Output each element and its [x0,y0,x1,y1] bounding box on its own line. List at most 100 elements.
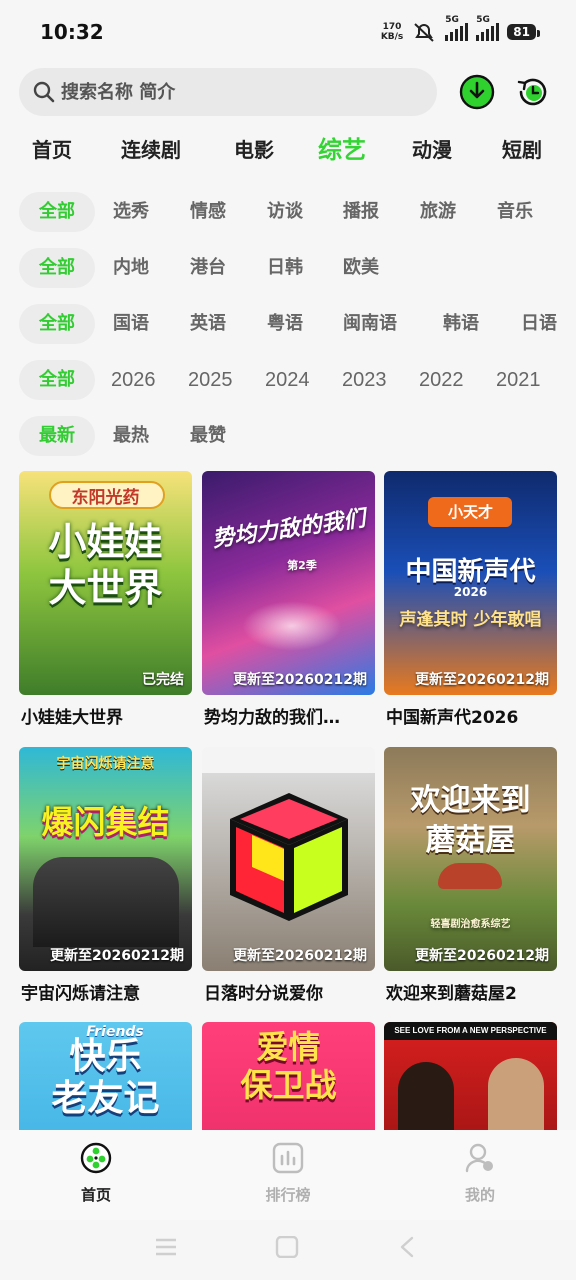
search-input[interactable] [61,81,401,103]
signal-2-icon: 5G [476,15,500,41]
tab-series[interactable]: 连续剧 [121,128,181,172]
filter-type-option[interactable]: 播报 [343,192,379,232]
tab-variety[interactable]: 综艺 [318,128,366,172]
status-badge: 更新至20260212期 [233,948,367,964]
sort-hottest[interactable]: 最热 [113,416,149,456]
filter-language-option[interactable]: 英语 [190,304,226,344]
filter-language-all[interactable]: 全部 [19,304,95,344]
filter-language-option[interactable]: 国语 [113,304,149,344]
net-speed-unit: KB/s [380,32,404,42]
show-title: 中国新声代2026 [386,708,519,728]
status-badge: 更新至20260212期 [233,672,367,688]
rubiks-cube-image [230,793,348,921]
status-icons: 170 KB/s 5G 5G 81 [381,15,540,46]
poster-brand: 轻喜剧治愈系综艺 [430,919,511,930]
show-title: 日落时分说爱你 [204,984,323,1004]
filter-region-option[interactable]: 欧美 [343,248,379,288]
system-nav-bar [0,1220,576,1280]
filter-year-option[interactable]: 2026 [111,360,156,400]
status-badge: 已完结 [142,672,184,688]
filter-row-region: 全部 内地 港台 日韩 欧美 [0,248,576,288]
net-speed-value: 170 [382,22,402,32]
filter-row-language: 全部 国语 英语 粤语 闽南语 韩语 日语 [0,304,576,344]
filter-type-option[interactable]: 情感 [190,192,226,232]
sort-latest[interactable]: 最新 [19,416,95,456]
search-bar[interactable] [19,68,437,116]
filter-year-option[interactable]: 2025 [188,360,233,400]
search-icon [33,81,55,103]
filter-language-option[interactable]: 韩语 [443,304,479,344]
show-poster[interactable]: 势均力敌的我们 第2季 更新至20260212期 [202,471,375,695]
show-poster[interactable]: 宇宙闪烁请注意 爆闪集结 更新至20260212期 [19,747,192,971]
filter-language-option[interactable]: 日语 [521,304,557,344]
poster-brand: SEE LOVE FROM A NEW PERSPECTIVE [394,1026,547,1035]
battery-icon: 81 [507,24,540,40]
poster-year: 2026 [453,585,488,599]
show-poster[interactable]: 更新至20260212期 [202,747,375,971]
show-title: 宇宙闪烁请注意 [21,984,140,1004]
sort-most-liked[interactable]: 最赞 [190,416,226,456]
home-button-icon[interactable] [275,1236,299,1258]
nav-label: 排行榜 [265,1186,311,1204]
nav-ranking[interactable]: 排行榜 [240,1142,336,1205]
status-bar: 10:32 170 KB/s 5G 5G 81 [0,0,576,64]
tab-home[interactable]: 首页 [32,128,72,172]
filter-year-option[interactable]: 2024 [265,360,310,400]
show-poster[interactable]: 小天才 中国新声代 2026 声逢其时 少年敢唱 更新至20260212期 [384,471,557,695]
poster-art-text: 中国新声代 [405,557,536,587]
history-icon[interactable] [515,74,551,110]
show-poster[interactable]: 欢迎来到 蘑菇屋 轻喜剧治愈系综艺 更新至20260212期 [384,747,557,971]
poster-brand: 小天才 [447,503,493,521]
poster-art-text: 爆闪集结 [41,803,170,841]
filter-year-option[interactable]: 2021 [496,360,541,400]
status-badge: 更新至20260212期 [415,948,549,964]
menu-icon[interactable] [154,1236,178,1258]
poster-art-text: 快乐 老友记 [51,1036,160,1119]
signal-1-icon: 5G [445,15,469,41]
poster-art-text: 爱情 保卫战 [240,1028,337,1104]
poster-art-text: 势均力敌的我们 [210,506,367,553]
poster-brand: 宇宙闪烁请注意 [56,756,155,772]
signal-1-tag: 5G [445,15,459,25]
filter-type-all[interactable]: 全部 [19,192,95,232]
status-badge: 更新至20260212期 [50,948,184,964]
silent-bell-icon [414,23,434,42]
status-time: 10:32 [40,20,104,44]
show-title: 欢迎来到蘑菇屋2 [386,984,517,1004]
filter-type-option[interactable]: 访谈 [267,192,303,232]
filter-type-option[interactable]: 音乐 [497,192,533,232]
filter-region-option[interactable]: 港台 [190,248,226,288]
profile-icon [465,1143,493,1173]
tab-short-drama[interactable]: 短剧 [502,128,542,172]
back-icon[interactable] [398,1236,416,1258]
network-speed: 170 KB/s [381,22,403,42]
nav-profile[interactable]: 我的 [432,1142,528,1205]
filter-year-option[interactable]: 2023 [342,360,387,400]
filter-region-option[interactable]: 内地 [113,248,149,288]
poster-slogan: 声逢其时 少年敢唱 [399,610,542,630]
filter-region-all[interactable]: 全部 [19,248,95,288]
signal-2-tag: 5G [476,15,490,25]
poster-brand: 第2季 [287,559,317,572]
nav-home[interactable]: 首页 [48,1142,144,1205]
filter-language-option[interactable]: 闽南语 [343,304,397,344]
filter-row-type: 全部 选秀 情感 访谈 播报 旅游 音乐 [0,192,576,232]
filter-language-option[interactable]: 粤语 [267,304,303,344]
filter-row-year: 全部 2026 2025 2024 2023 2022 2021 [0,360,576,400]
filter-year-option[interactable]: 2022 [419,360,464,400]
film-reel-icon [80,1142,112,1174]
nav-label: 首页 [80,1186,111,1204]
nav-label: 我的 [464,1186,495,1204]
show-poster[interactable]: 东阳光药 小娃娃 大世界 已完结 [19,471,192,695]
poster-brand: 东阳光药 [71,488,140,508]
status-badge: 更新至20260212期 [415,672,549,688]
app-screen: 10:32 170 KB/s 5G 5G 81 搜索名称 简介 首页 连续剧 电… [0,0,576,1280]
filter-type-option[interactable]: 旅游 [420,192,456,232]
filter-type-option[interactable]: 选秀 [113,192,149,232]
chart-icon [272,1142,304,1174]
filter-year-all[interactable]: 全部 [19,360,95,400]
tab-movie[interactable]: 电影 [234,128,274,172]
filter-region-option[interactable]: 日韩 [267,248,303,288]
download-icon[interactable] [459,74,495,110]
tab-anime[interactable]: 动漫 [412,128,452,172]
